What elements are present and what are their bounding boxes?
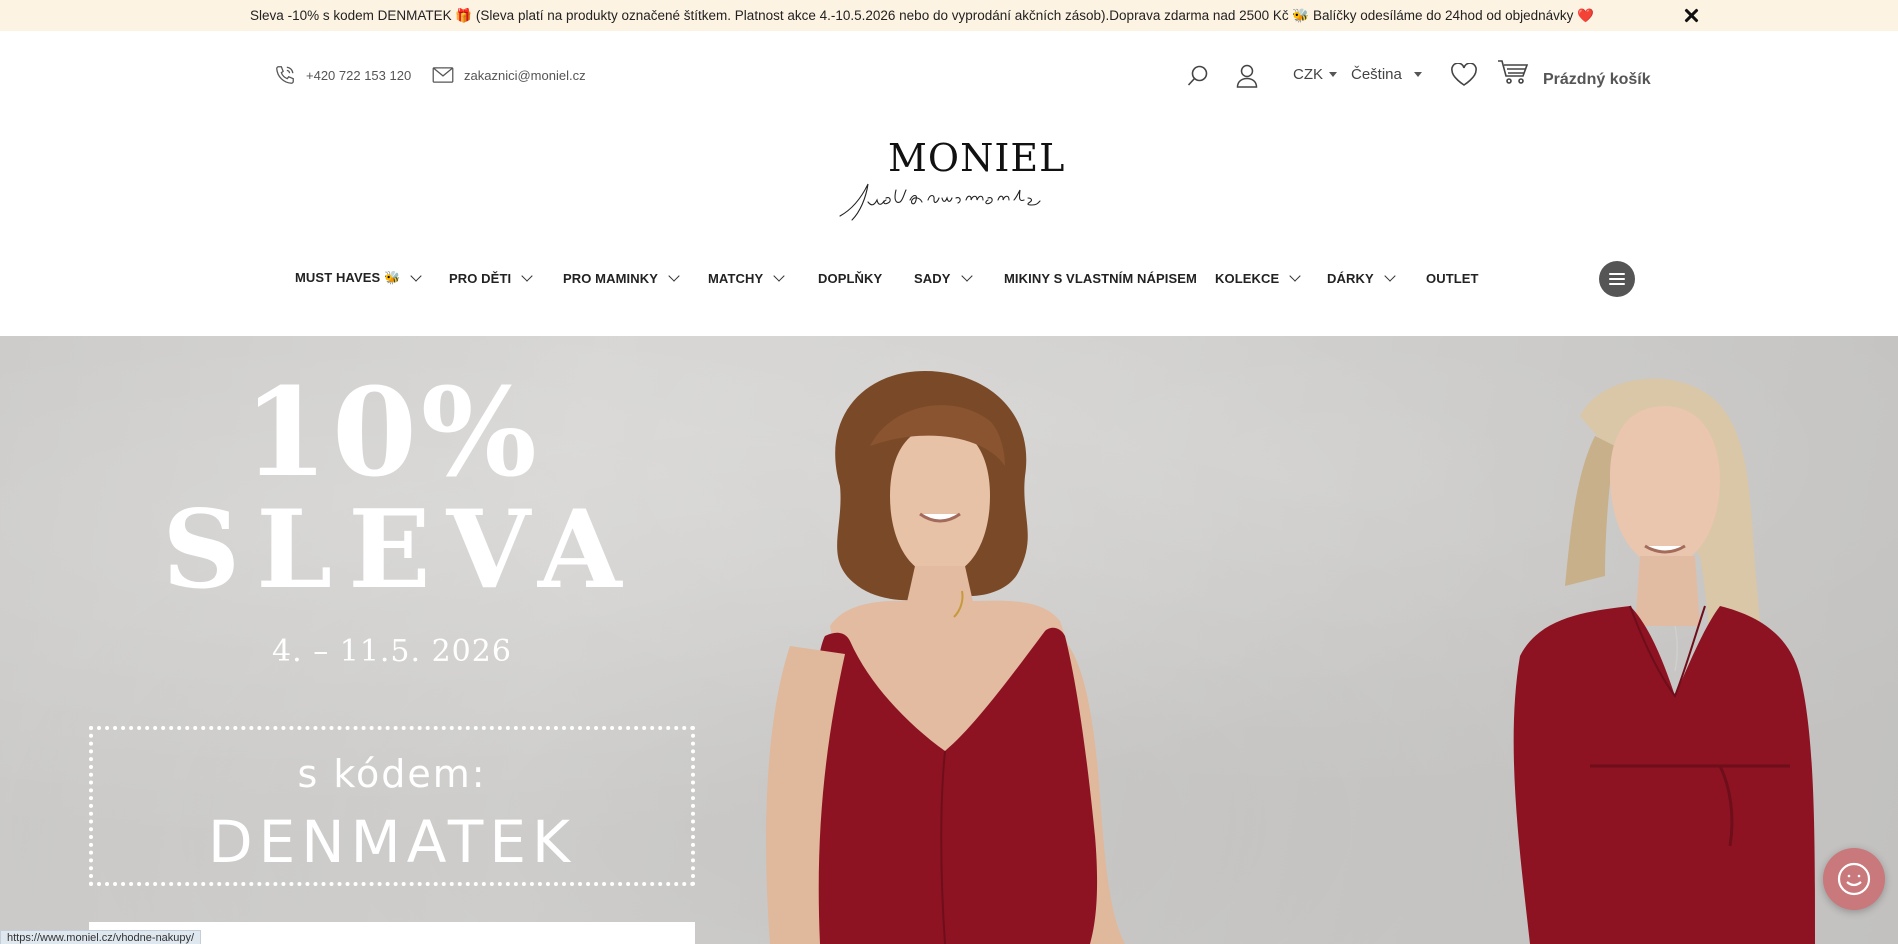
cart-button[interactable] — [1497, 58, 1529, 91]
nav-label: MUST HAVES 🐝 — [295, 270, 401, 285]
nav-item-sady[interactable]: SADY — [914, 268, 973, 288]
hero-banner[interactable]: 10% SLEVA 4. – 11.5. 2026 s kódem: DENMA… — [0, 336, 1898, 944]
chevron-down-icon — [960, 270, 973, 282]
cart-label[interactable]: Prázdný košík — [1543, 71, 1651, 89]
status-bar-url: https://www.moniel.cz/vhodne-nakupy/ — [0, 930, 202, 944]
nav-item-pro-maminky[interactable]: PRO MAMINKY — [563, 268, 680, 288]
nav-label: DOPLŇKY — [818, 270, 883, 286]
chevron-down-icon — [668, 270, 680, 282]
nav-item-mikiny[interactable]: MIKINY S VLASTNÍM NÁPISEM — [1004, 268, 1197, 288]
nav-label: DÁRKY — [1327, 270, 1374, 286]
chevron-down-icon — [1289, 270, 1301, 282]
nav-item-matchy[interactable]: MATCHY — [708, 268, 785, 288]
chevron-down-icon — [521, 270, 533, 282]
language-select[interactable]: Čeština — [1351, 66, 1422, 83]
announcement-bar: Sleva -10% s kodem DENMATEK 🎁 (Sleva pla… — [0, 0, 1898, 31]
nav-item-outlet[interactable]: OUTLET — [1426, 268, 1479, 288]
chat-button[interactable] — [1823, 848, 1885, 910]
caret-down-icon — [1329, 72, 1337, 77]
header-email[interactable]: zakaznici@moniel.cz — [432, 63, 586, 87]
phone-number: +420 722 153 120 — [306, 67, 412, 83]
nav-label: PRO DĚTI — [449, 270, 512, 286]
announcement-text: Sleva -10% s kodem DENMATEK 🎁 (Sleva pla… — [250, 8, 1594, 23]
nav-item-doplnky[interactable]: DOPLŇKY — [818, 268, 882, 288]
nav-label: MIKINY S VLASTNÍM NÁPISEM — [1004, 270, 1197, 286]
nav-label: PRO MAMINKY — [563, 270, 658, 286]
search-icon — [1187, 65, 1208, 86]
chevron-down-icon — [410, 270, 422, 282]
email-address: zakaznici@moniel.cz — [464, 67, 586, 83]
account-button[interactable] — [1236, 64, 1258, 93]
currency-select[interactable]: CZK — [1293, 66, 1337, 83]
search-button[interactable] — [1186, 64, 1210, 93]
hero-photo-model-right — [1513, 378, 1815, 944]
cart-icon — [1498, 60, 1529, 84]
currency-value: CZK — [1293, 66, 1323, 83]
hero-percent: 10% — [243, 360, 541, 504]
chevron-down-icon — [1384, 270, 1396, 282]
nav-item-pro-deti[interactable]: PRO DĚTI — [449, 268, 533, 288]
logo-tagline-script — [839, 183, 1041, 221]
chevron-down-icon — [773, 270, 785, 282]
promo-code-box: s kódem: DENMATEK — [89, 726, 695, 886]
promo-code-label: s kódem: — [297, 752, 487, 796]
hamburger-icon[interactable] — [1599, 261, 1635, 297]
hero-headline: SLEVA — [162, 487, 638, 613]
wishlist-button[interactable] — [1450, 62, 1478, 92]
chat-smile-icon — [1837, 862, 1871, 896]
site-logo[interactable]: MONIEL — [838, 136, 1068, 226]
user-icon — [1236, 64, 1258, 88]
nav-label: KOLEKCE — [1215, 270, 1280, 286]
close-icon[interactable] — [1681, 5, 1702, 26]
heart-icon — [1451, 62, 1477, 86]
nav-item-darky[interactable]: DÁRKY — [1327, 268, 1396, 288]
nav-label: OUTLET — [1426, 270, 1479, 286]
header-phone[interactable]: +420 722 153 120 — [274, 63, 411, 87]
caret-down-icon — [1413, 72, 1422, 77]
nav-label: SADY — [914, 270, 951, 286]
nav-item-kolekce[interactable]: KOLEKCE — [1215, 268, 1301, 288]
hero-photo-model-left — [766, 371, 1125, 944]
logo-wordmark: MONIEL — [888, 136, 1066, 180]
promo-code-value: DENMATEK — [207, 808, 577, 876]
nav-item-must-haves[interactable]: MUST HAVES 🐝 — [295, 268, 422, 288]
language-value: Čeština — [1351, 66, 1402, 83]
mail-icon — [432, 67, 454, 83]
hero-dates: 4. – 11.5. 2026 — [272, 634, 512, 669]
nav-label: MATCHY — [708, 270, 764, 286]
phone-icon — [276, 66, 294, 84]
